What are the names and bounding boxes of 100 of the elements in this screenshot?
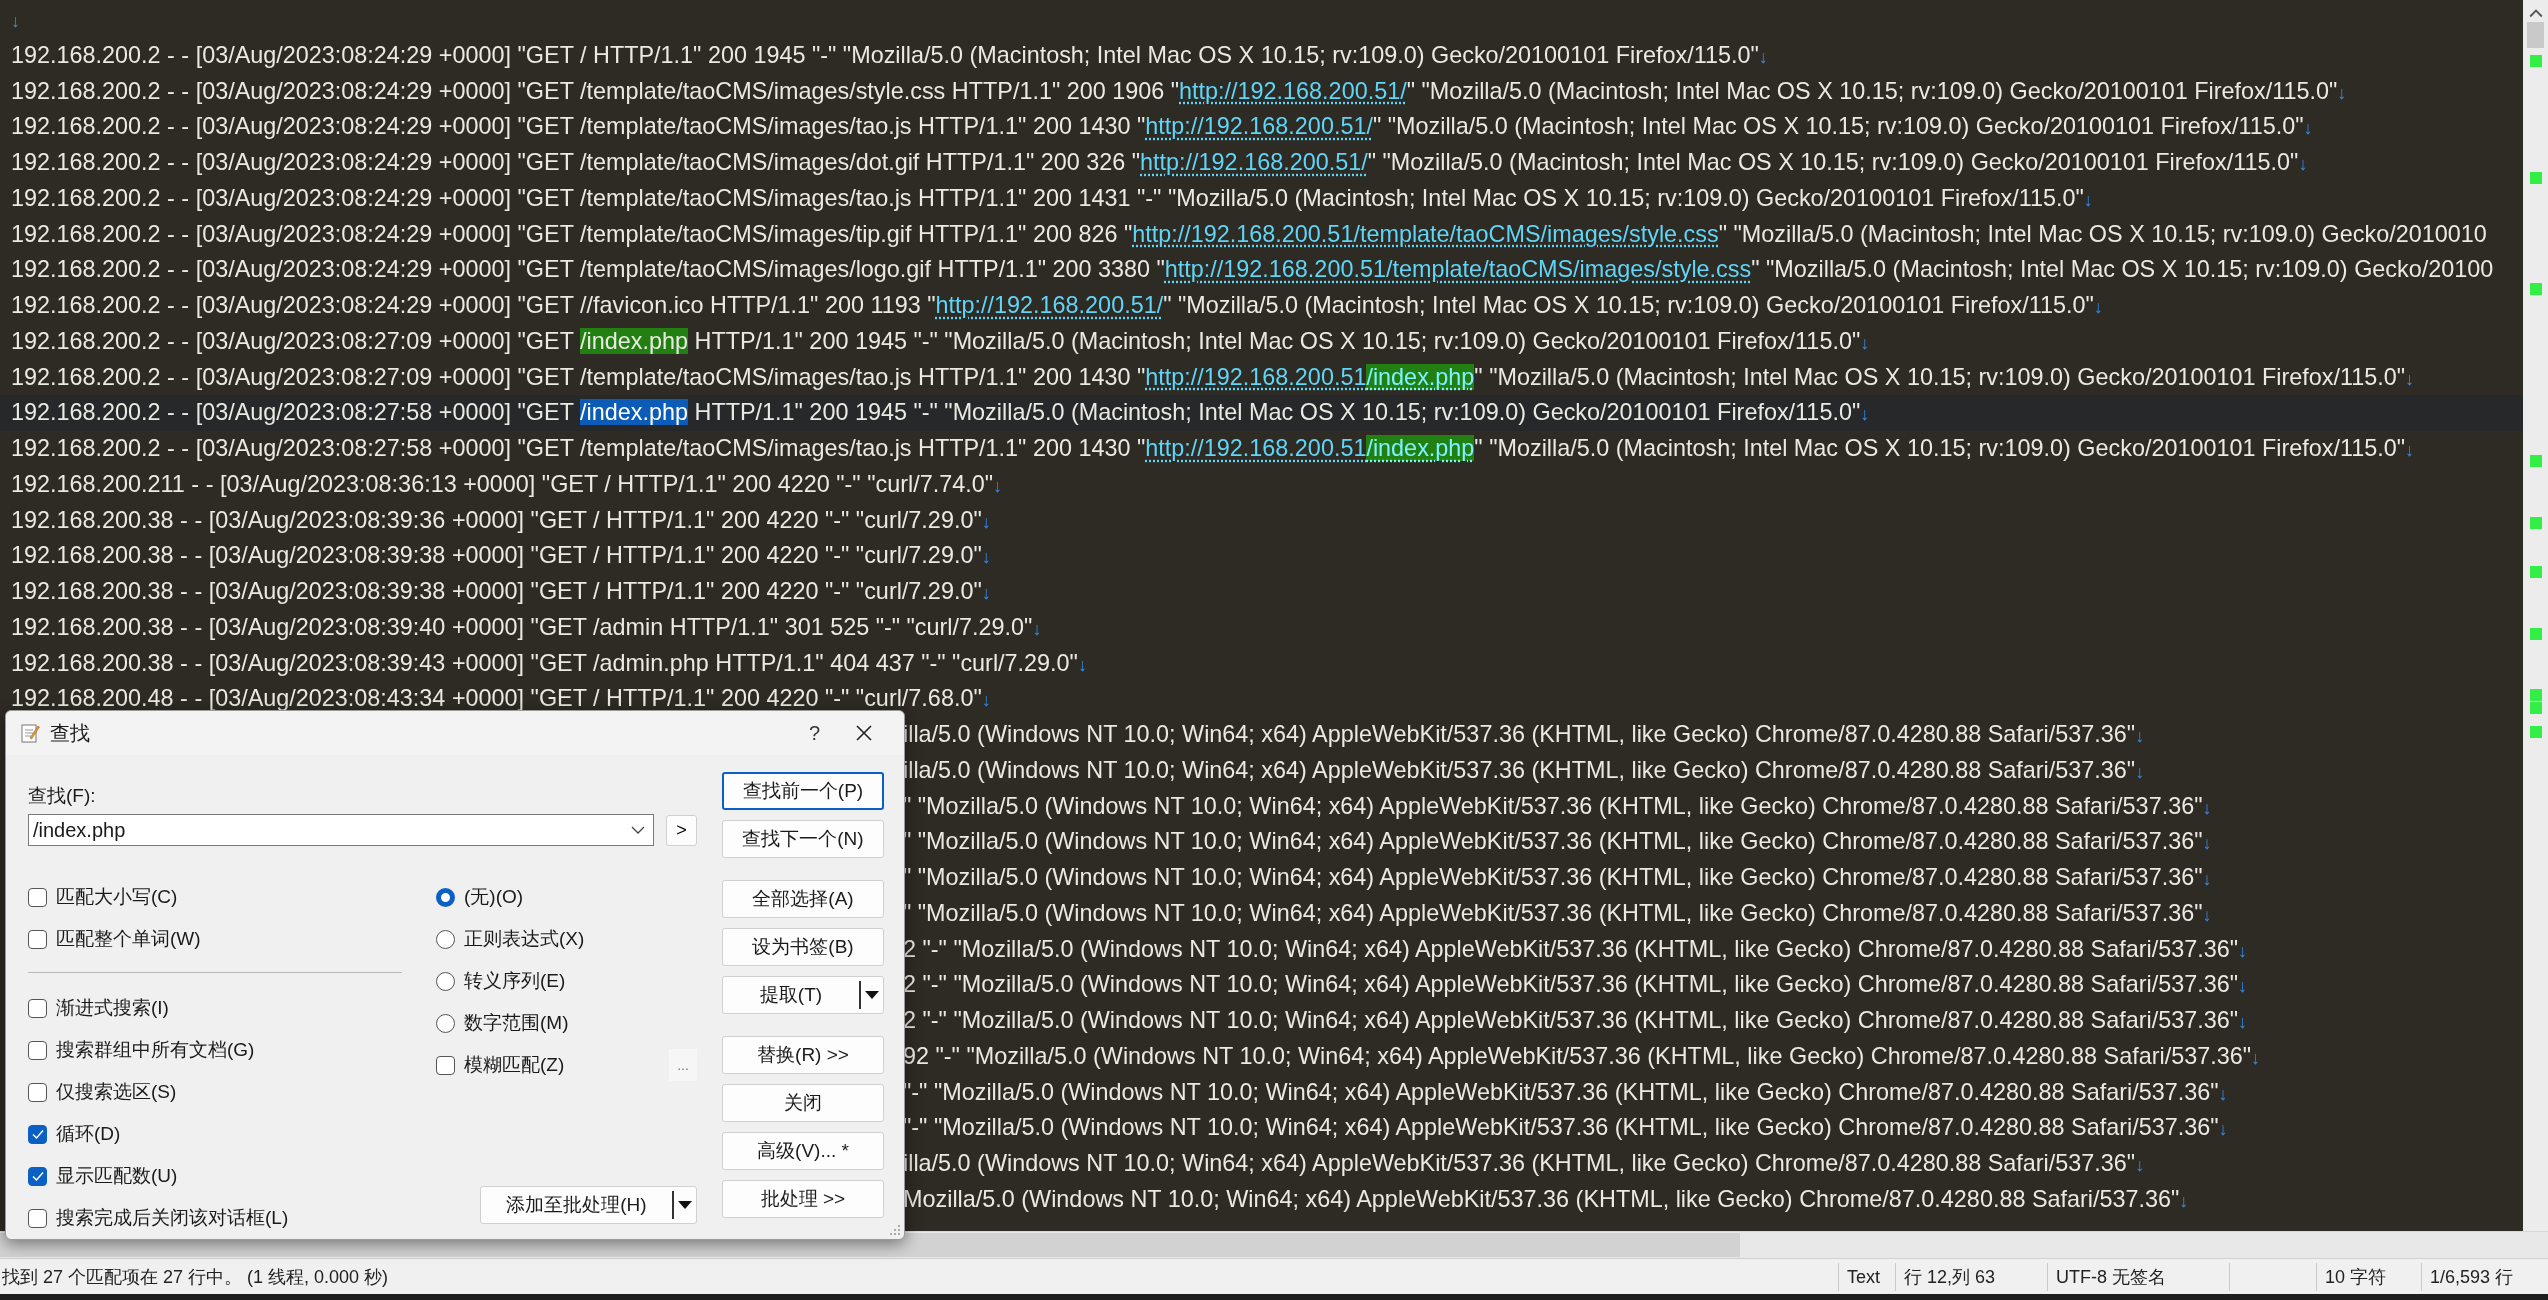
line-end-marker: ↓ — [981, 547, 991, 568]
dialog-button[interactable]: 查找下一个(N) — [722, 820, 884, 858]
line-end-marker: ↓ — [2238, 1012, 2248, 1032]
log-text: 192.168.200.38 - - [03/Aug/2023:08:39:36 +0000] "GET / HTTP/1.1" 200 4220 "-" "curl/7.29.0" — [11, 506, 982, 533]
line-end-marker: ↓ — [981, 690, 991, 711]
checkbox[interactable] — [28, 887, 47, 907]
find-label: 查找(F): — [28, 784, 97, 808]
help-button[interactable]: ? — [796, 717, 832, 749]
line-end-marker: ↓ — [2238, 976, 2248, 997]
checkbox[interactable] — [28, 1166, 47, 1186]
dialog-title: 查找 — [50, 720, 90, 746]
scroll-up-icon[interactable] — [2528, 8, 2543, 18]
line-end-marker: ↓ — [2251, 1047, 2261, 1068]
line-end-marker: ↓ — [2405, 440, 2415, 460]
status-mode: Text — [1838, 1262, 1895, 1291]
resize-grip-icon[interactable] — [889, 1224, 901, 1236]
link[interactable]: http://192.168.200.51 — [1145, 363, 1367, 390]
dropdown-caret-icon[interactable] — [678, 1201, 692, 1209]
log-text: 192.168.200.2 - - [03/Aug/2023:08:24:29 +0000] "GET /template/taoCMS/images/logo.gif HTTP/1.1" 200 3380 " — [11, 256, 1165, 283]
dialog-button[interactable]: 批处理 >> — [722, 1180, 884, 1218]
search-match-link[interactable]: /index.php — [1366, 435, 1475, 461]
match-marker — [2530, 55, 2542, 68]
checkbox-label: 模糊匹配(Z) — [464, 1053, 565, 1077]
status-line-count: 1/6,593 行 — [2421, 1262, 2548, 1291]
checkbox[interactable] — [28, 1208, 47, 1228]
checkbox-label: 渐进式搜索(I) — [56, 996, 169, 1020]
log-text: " "Mozilla/5.0 (Macintosh; Intel Mac OS X 10.15; rv:109.0) Gecko/20100101 Firefox/115.0" — [1474, 363, 2406, 390]
dialog-button[interactable]: 替换(R) >> — [722, 1036, 884, 1074]
link[interactable]: http://192.168.200.51/template/taoCMS/images/style.css — [1164, 256, 1752, 283]
log-text: 192.168.200.38 - - [03/Aug/2023:08:39:38 +0000] "GET / HTTP/1.1" 200 4220 "-" "curl/7.29.0" — [11, 578, 982, 604]
scrollbar-thumb[interactable] — [2527, 22, 2544, 48]
log-text: 192.168.200.2 - - [03/Aug/2023:08:24:29 +0000] "GET /template/taoCMS/images/tip.gif HTTP/1.1" 200 826 " — [11, 220, 1133, 247]
dialog-button[interactable]: 高级(V)... * — [722, 1132, 884, 1170]
link[interactable]: http://192.168.200.51 — [1145, 435, 1367, 461]
match-marker — [2530, 517, 2542, 530]
match-marker — [2530, 566, 2542, 579]
link[interactable]: http://192.168.200.51/ — [1145, 113, 1373, 140]
match-marker — [2530, 689, 2542, 702]
log-text: 2 "-" "Mozilla/5.0 (Windows NT 10.0; Win64; x64) AppleWebKit/537.36 (KHTML, like Gecko) Chrome/87.0.4280.88 Safari/537.36" — [903, 971, 2239, 998]
log-text: 192.168.200.2 - - [03/Aug/2023:08:24:29 +0000] "GET /template/taoCMS/images/style.css HTTP/1.1" 200 1906 " — [11, 77, 1180, 104]
split-button[interactable]: 添加至批处理(H) — [480, 1186, 697, 1224]
link[interactable]: http://192.168.200.51/template/taoCMS/images/style.css — [1132, 220, 1719, 247]
line-end-marker: ↓ — [981, 583, 991, 603]
radio-button[interactable] — [436, 887, 455, 907]
radio-button[interactable] — [436, 971, 455, 991]
checkbox-label: 循环(D) — [56, 1122, 121, 1146]
checkbox-label: 搜索完成后关闭该对话框(L) — [56, 1206, 289, 1230]
history-button[interactable]: > — [666, 814, 697, 846]
split-button[interactable]: 提取(T) — [722, 976, 884, 1014]
checkbox[interactable] — [28, 929, 47, 949]
log-text: 192.168.200.2 - - [03/Aug/2023:08:27:58 +0000] "GET — [11, 399, 575, 426]
log-text: 192.168.200.2 - - [03/Aug/2023:08:24:29 +0000] "GET /template/taoCMS/images/tao.js HTTP/1.1" 200 1430 " — [11, 113, 1146, 140]
line-end-marker: ↓ — [981, 511, 991, 532]
dropdown-caret-icon[interactable] — [631, 826, 645, 834]
link[interactable]: http://192.168.200.51/ — [1179, 77, 1407, 104]
log-text: illa/5.0 (Windows NT 10.0; Win64; x64) AppleWebKit/537.36 (KHTML, like Gecko) Chrome/87.0.4280.88 Safari/537.36" — [903, 1150, 2136, 1176]
line-end-marker: ↓ — [2083, 189, 2093, 210]
link[interactable]: http://192.168.200.51/ — [935, 292, 1164, 318]
checkbox-label: 匹配大小写(C) — [56, 885, 178, 909]
check-icon — [30, 1169, 45, 1183]
check-icon — [30, 1127, 45, 1141]
line-end-marker: ↓ — [2179, 1190, 2189, 1211]
checkbox[interactable] — [28, 1082, 47, 1102]
radio-button[interactable] — [436, 1013, 455, 1033]
dialog-button[interactable]: 关闭 — [722, 1084, 884, 1122]
vertical-scrollbar[interactable] — [2523, 0, 2548, 1232]
line-end-marker: ↓ — [2202, 833, 2212, 854]
dropdown-caret-icon[interactable] — [865, 991, 879, 999]
close-icon[interactable] — [854, 723, 874, 743]
radio-button[interactable] — [436, 929, 455, 949]
line-end-marker: ↓ — [2337, 82, 2347, 103]
link[interactable]: http://192.168.200.51/ — [1140, 149, 1368, 175]
fuzzy-settings-button[interactable]: ... — [669, 1049, 697, 1081]
search-match-link[interactable]: /index.php — [1366, 363, 1475, 390]
line-end-marker: ↓ — [2298, 154, 2308, 174]
dialog-button[interactable]: 设为书签(B) — [722, 928, 884, 966]
log-text: 192.168.200.2 - - [03/Aug/2023:08:27:09 +0000] "GET /template/taoCMS/images/tao.js HTTP/1.1" 200 1430 " — [11, 363, 1146, 390]
checkbox[interactable] — [436, 1055, 455, 1075]
status-position: 行 12,列 63 — [1895, 1262, 2047, 1291]
log-text: 192.168.200.38 - - [03/Aug/2023:08:39:38 +0000] "GET / HTTP/1.1" 200 4220 "-" "curl/7.29.0" — [11, 542, 982, 569]
selected-text: /index.php — [580, 399, 688, 426]
log-text: 192.168.200.211 - - [03/Aug/2023:08:36:13 +0000] "GET / HTTP/1.1" 200 4220 "-" "curl/7.74.0" — [11, 470, 993, 497]
line-end-marker: ↓ — [2218, 1119, 2228, 1140]
dialog-button[interactable]: 全部选择(A) — [722, 880, 884, 918]
line-end-marker: ↓ — [1758, 46, 1768, 67]
log-text: 192.168.200.48 - - [03/Aug/2023:08:43:34 +0000] "GET / HTTP/1.1" 200 4220 "-" "curl/7.68.0" — [11, 685, 982, 712]
log-text: 192.168.200.2 - - [03/Aug/2023:08:24:29 +0000] "GET /template/taoCMS/images/dot.gif HTTP/1.1" 200 326 " — [11, 149, 1141, 175]
checkbox[interactable] — [28, 998, 47, 1018]
checkbox-label: 仅搜索选区(S) — [56, 1080, 177, 1104]
checkbox-label: 搜索群组中所有文档(G) — [56, 1038, 255, 1062]
log-text: " "Mozilla/5.0 (Macintosh; Intel Mac OS X 10.15; rv:109.0) Gecko/20100101 Firefox/115.0" — [1406, 77, 2338, 104]
checkbox[interactable] — [28, 1040, 47, 1060]
log-text: 192.168.200.2 - - [03/Aug/2023:08:24:29 +0000] "GET //favicon.ico HTTP/1.1" 200 1193 " — [11, 292, 936, 318]
dialog-button[interactable]: 查找前一个(P) — [722, 772, 884, 810]
line-end-marker: ↓ — [2218, 1083, 2228, 1104]
checkbox[interactable] — [28, 1124, 47, 1144]
line-end-marker: ↓ — [1077, 654, 1087, 675]
find-field[interactable]: /index.php — [28, 814, 654, 846]
radio-label: (无)(O) — [464, 885, 524, 909]
log-text: " "Mozilla/5.0 (Macintosh; Intel Mac OS X 10.15; rv:109.0) Gecko/20100101 Firefox/115.0" — [1372, 113, 2304, 140]
